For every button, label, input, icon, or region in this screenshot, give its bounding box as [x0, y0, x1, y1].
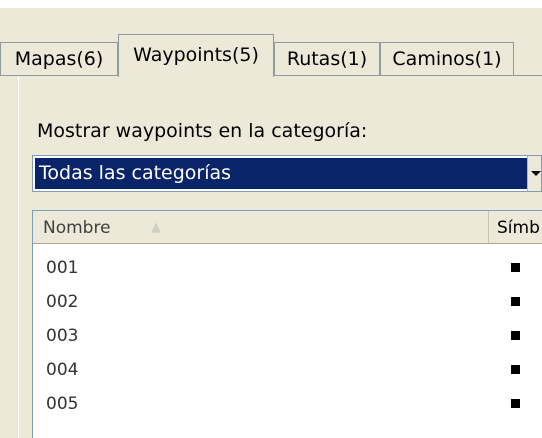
waypoint-name: 002 — [46, 292, 79, 312]
category-select-value: Todas las categorías — [35, 158, 527, 189]
tab-waypoints[interactable]: Waypoints(5) — [118, 34, 274, 77]
waypoint-name: 004 — [46, 360, 79, 380]
waypoint-list[interactable]: Nombre ▲ Símb 001 002 003 004 005 — [32, 210, 542, 438]
waypoint-name: 003 — [46, 326, 79, 346]
square-icon — [511, 331, 520, 340]
square-icon — [511, 263, 520, 272]
tab-rutas[interactable]: Rutas(1) — [274, 42, 380, 76]
square-icon — [511, 297, 520, 306]
list-item[interactable]: 003 — [33, 319, 542, 353]
category-label: Mostrar waypoints en la categoría: — [37, 120, 368, 142]
waypoint-name: 001 — [46, 258, 79, 278]
sort-ascending-icon: ▲ — [151, 220, 161, 235]
category-select[interactable]: Todas las categorías — [32, 155, 542, 192]
list-item[interactable]: 002 — [33, 285, 542, 319]
column-header-nombre[interactable]: Nombre ▲ — [33, 211, 489, 243]
list-item[interactable]: 004 — [33, 353, 542, 387]
list-item[interactable]: 005 — [33, 387, 542, 421]
list-item[interactable]: 001 — [33, 251, 542, 285]
top-strip — [0, 0, 542, 8]
column-header-simbolo[interactable]: Símb — [489, 211, 542, 243]
list-header: Nombre ▲ Símb — [33, 211, 542, 244]
column-header-label: Nombre — [43, 218, 111, 238]
chevron-down-icon[interactable] — [527, 156, 541, 191]
tab-caminos[interactable]: Caminos(1) — [380, 42, 514, 76]
tab-mapas[interactable]: Mapas(6) — [0, 42, 118, 76]
waypoint-name: 005 — [46, 394, 79, 414]
square-icon — [511, 399, 520, 408]
waypoints-dialog: Mapas(6) Waypoints(5) Rutas(1) Caminos(1… — [0, 0, 542, 438]
square-icon — [511, 365, 520, 374]
